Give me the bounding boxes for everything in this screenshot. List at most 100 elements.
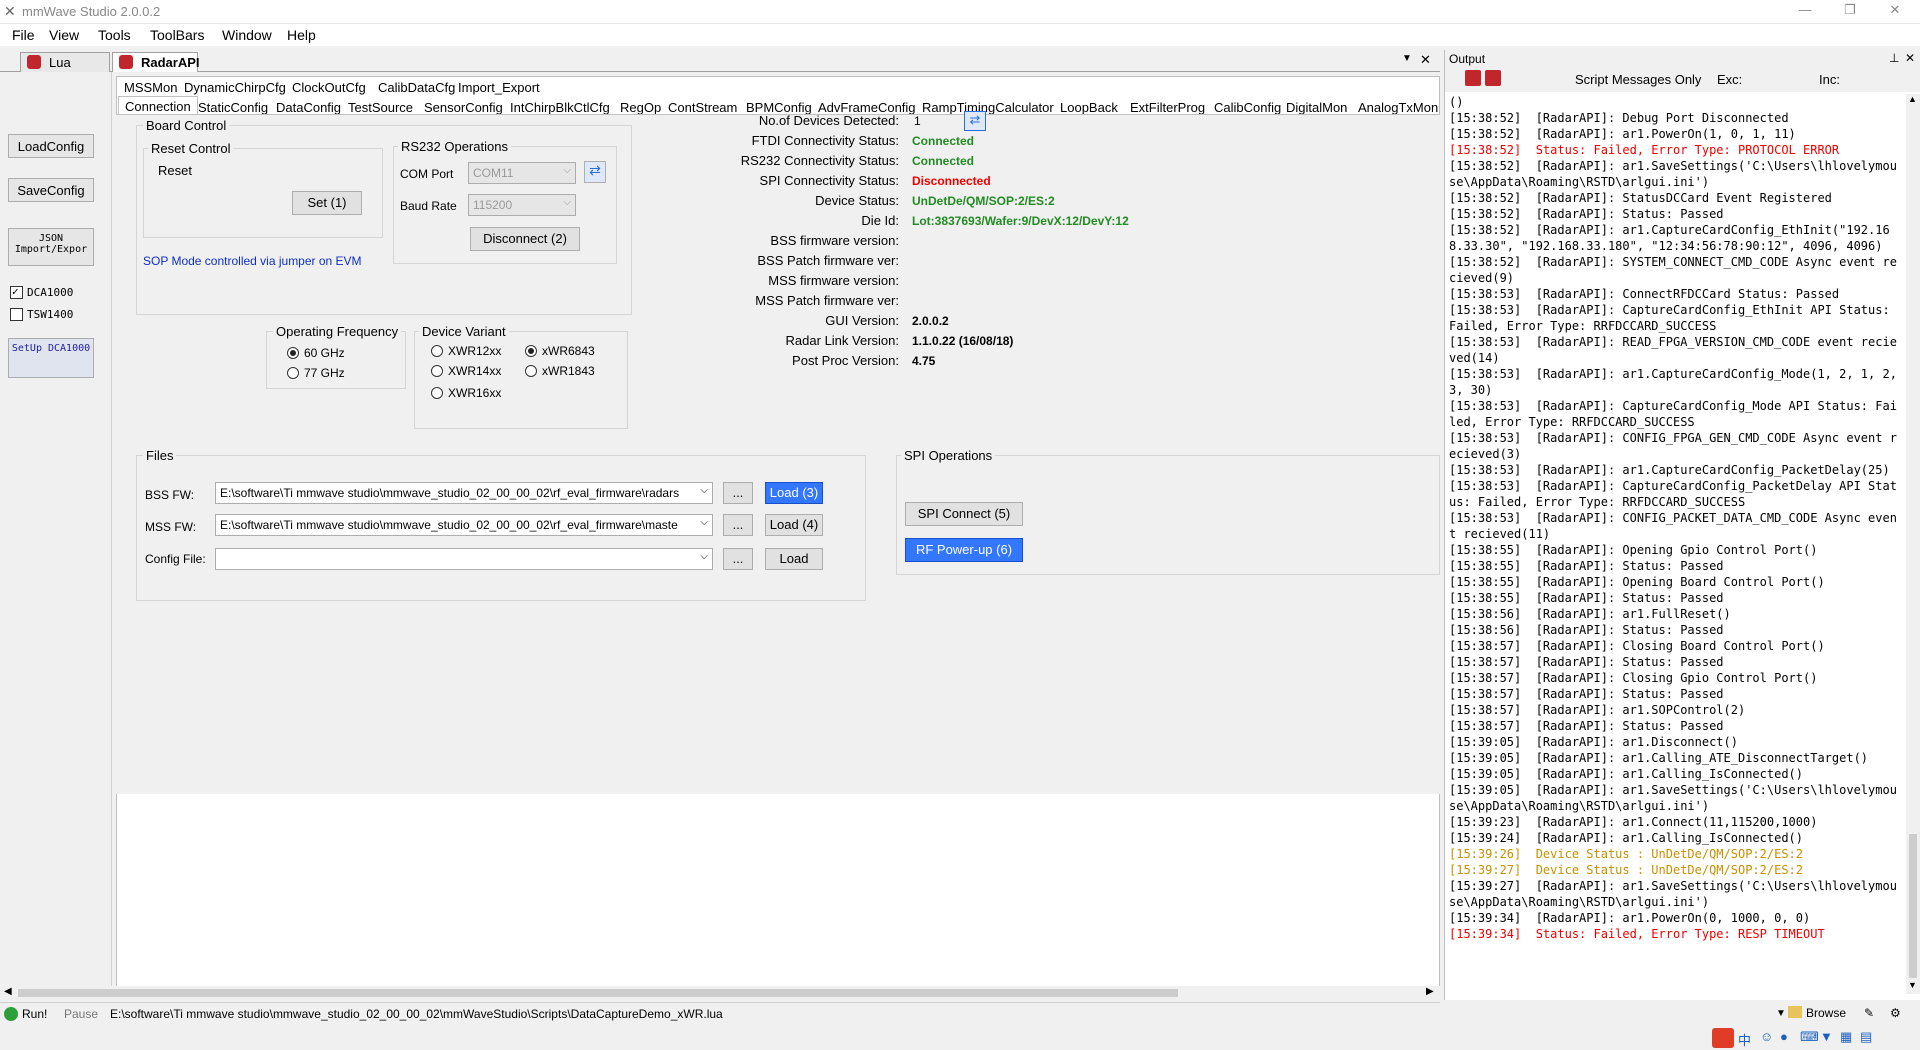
radio-xwr6843[interactable]: xWR6843 [525,344,595,358]
scroll-right-icon[interactable]: ▶ [1426,986,1434,997]
log-line: [15:38:52] [RadarAPI]: SYSTEM_CONNECT_CM… [1449,255,1897,285]
restore-button[interactable]: ❐ [1835,2,1865,18]
com-port-select[interactable]: COM11 ⌵ [468,162,576,184]
radio-xwr16xx[interactable]: XWR16xx [431,386,501,400]
json-import-export-button[interactable]: JSON Import/Expor [8,228,94,266]
clear-icon[interactable] [1465,70,1481,86]
vertical-scrollbar[interactable]: ▲ ▼ [1906,94,1920,994]
radio-xwr14xx[interactable]: XWR14xx [431,364,501,378]
tab-dynamicchirpcfg[interactable]: DynamicChirpCfg [178,78,292,97]
log-line: [15:38:52] [RadarAPI]: Status: Passed [1449,207,1724,221]
emoji-icon[interactable]: ☺ [1760,1029,1773,1044]
refresh-devices-button[interactable]: ⇄ [964,111,986,131]
app-icon: ✕ [4,3,16,19]
tab-radarapi[interactable]: RadarAPI [112,52,200,72]
radio-77ghz[interactable]: 77 GHz [287,366,345,380]
log-line: [15:38:52] Status: Failed, Error Type: P… [1449,143,1840,157]
menu-view[interactable]: View [49,27,79,43]
tab-mssmon[interactable]: MSSMon [118,78,183,97]
pin-icon[interactable]: ⊥ [1889,51,1899,65]
script-path[interactable]: E:\software\Ti mmwave studio\mmwave_stud… [110,1007,723,1021]
rs232-status-label: RS232 Connectivity Status: [740,153,899,168]
log-line: [15:39:27] [RadarAPI]: ar1.SaveSettings(… [1449,879,1897,909]
mss-browse-button[interactable]: ... [723,514,753,536]
menu-tools[interactable]: Tools [98,27,131,43]
close-button[interactable]: ✕ [1880,2,1910,18]
dca1000-checkbox[interactable]: DCA1000 [10,285,73,299]
minimize-button[interactable]: — [1790,2,1820,17]
save-config-button[interactable]: SaveConfig [8,178,94,202]
config-file-input[interactable]: ⌵ [215,548,713,570]
browse-button[interactable]: Browse [1806,1006,1846,1020]
tab-calibdatacfg[interactable]: CalibDataCfg [372,78,461,97]
tsw1400-checkbox[interactable]: TSW1400 [10,308,73,321]
radarapi-icon [119,55,133,69]
menu-toolbars[interactable]: ToolBars [150,27,204,43]
chevron-down-icon[interactable]: ▼ [1776,1008,1786,1019]
log-line: [15:39:05] [RadarAPI]: ar1.Calling_ATE_D… [1449,751,1869,765]
setup-dca1000-button[interactable]: SetUp DCA1000 [8,338,94,378]
load-bss-button[interactable]: Load (3) [765,482,823,504]
lua-shell-icon [27,55,41,69]
rf-power-up-button[interactable]: RF Power-up (6) [905,538,1023,562]
baud-rate-label: Baud Rate [400,199,457,213]
log-line: () [1449,95,1464,109]
radio-label: XWR16xx [448,386,502,400]
horizontal-scrollbar[interactable]: ◀ ▶ [0,986,1440,1000]
menu-file[interactable]: File [12,27,35,43]
com-port-label: COM Port [400,167,454,181]
load-config-file-button[interactable]: Load [765,548,823,570]
bss-browse-button[interactable]: ... [723,482,753,504]
log-line: [15:38:53] [RadarAPI]: CaptureCardConfig… [1449,479,1897,509]
scroll-up-icon[interactable]: ▲ [1908,94,1917,104]
spi-operations-title: SPI Operations [901,448,996,463]
scroll-left-icon[interactable]: ◀ [4,986,12,997]
operating-frequency-title: Operating Frequency [273,324,402,339]
tab-dropdown-icon[interactable]: ▼ [1402,53,1412,64]
scroll-down-icon[interactable]: ▼ [1908,980,1917,990]
output-log[interactable]: () [15:38:52] [RadarAPI]: Debug Port Disc… [1449,94,1901,994]
spi-connect-button[interactable]: SPI Connect (5) [905,502,1023,526]
keyboard-icon[interactable]: ⌨ [1800,1029,1819,1045]
tab-connection[interactable]: Connection [118,96,198,116]
grid-icon[interactable]: ▤ [1860,1029,1872,1045]
pause-button[interactable]: Pause [64,1007,98,1021]
settings-icon[interactable]: ⚙ [1890,1006,1901,1020]
tab-lua-shell[interactable]: Lua Shell [20,52,110,85]
toolbox-icon[interactable]: ▦ [1840,1029,1852,1045]
menu-window[interactable]: Window [222,27,272,43]
tab-close-icon[interactable]: ✕ [1420,52,1431,68]
rs232-status-value: Connected [912,154,975,168]
chevron-down-icon: ⌵ [700,551,708,562]
edit-icon[interactable]: ✎ [1864,1006,1874,1020]
tab-import-export[interactable]: Import_Export [452,78,546,97]
radio-60ghz[interactable]: 60 GHz [287,346,345,360]
gui-version-value: 2.0.0.2 [912,314,949,328]
error-filter-icon[interactable] [1485,70,1501,86]
load-mss-button[interactable]: Load (4) [765,514,823,536]
load-config-button[interactable]: LoadConfig [8,134,94,158]
radio-xwr12xx[interactable]: XWR12xx [431,344,501,358]
include-label: Inc: [1819,72,1840,87]
scroll-thumb[interactable] [18,989,1178,997]
microphone-icon[interactable]: ● [1780,1029,1788,1044]
mss-fw-path-input[interactable]: E:\software\Ti mmwave studio\mmwave_stud… [215,514,713,536]
bss-fw-path-input[interactable]: E:\software\Ti mmwave studio\mmwave_stud… [215,482,713,504]
tshirt-icon[interactable]: ▼ [1820,1029,1833,1044]
baud-rate-select[interactable]: 115200 ⌵ [468,194,576,216]
script-messages-only-toggle[interactable]: Script Messages Only [1575,72,1701,87]
scroll-thumb[interactable] [1909,834,1917,978]
menu-help[interactable]: Help [287,27,316,43]
config-browse-button[interactable]: ... [723,548,753,570]
mss-fw-label: MSS FW: [145,520,197,534]
ime-language-indicator[interactable]: 中 [1738,1030,1751,1049]
radar-link-version-label: Radar Link Version: [785,333,899,348]
run-button[interactable]: Run! [22,1007,47,1021]
tab-clockoutcfg[interactable]: ClockOutCfg [286,78,372,97]
radio-xwr1843[interactable]: xWR1843 [525,364,595,378]
set-button[interactable]: Set (1) [292,191,362,215]
document-tab-bar: Lua Shell RadarAPI ▼ ✕ [0,50,1440,85]
output-close-icon[interactable]: ✕ [1905,51,1915,65]
bss-patch-version-label: BSS Patch firmware ver: [757,253,899,268]
disconnect-button[interactable]: Disconnect (2) [470,227,580,251]
